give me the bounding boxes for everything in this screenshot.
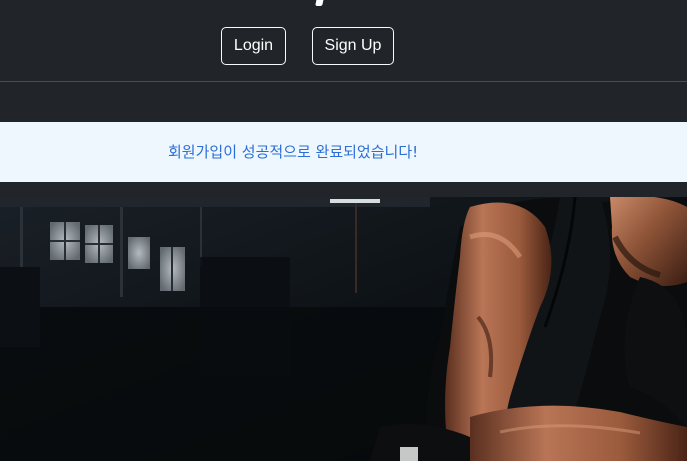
gym-athlete-photo [0,197,687,461]
alert-message: 회원가입이 성공적으로 완료되었습니다! [168,143,419,161]
page: Login Sign Up 회원가입이 성공적으로 완료되었습니다! [0,0,687,461]
hero-image [0,197,687,461]
site-header: Login Sign Up [0,0,687,82]
login-button[interactable]: Login [221,27,286,65]
signup-button[interactable]: Sign Up [312,27,394,65]
success-alert: 회원가입이 성공적으로 완료되었습니다! [0,122,687,182]
title-glyph-fragment [315,0,324,6]
site-title [300,0,340,8]
